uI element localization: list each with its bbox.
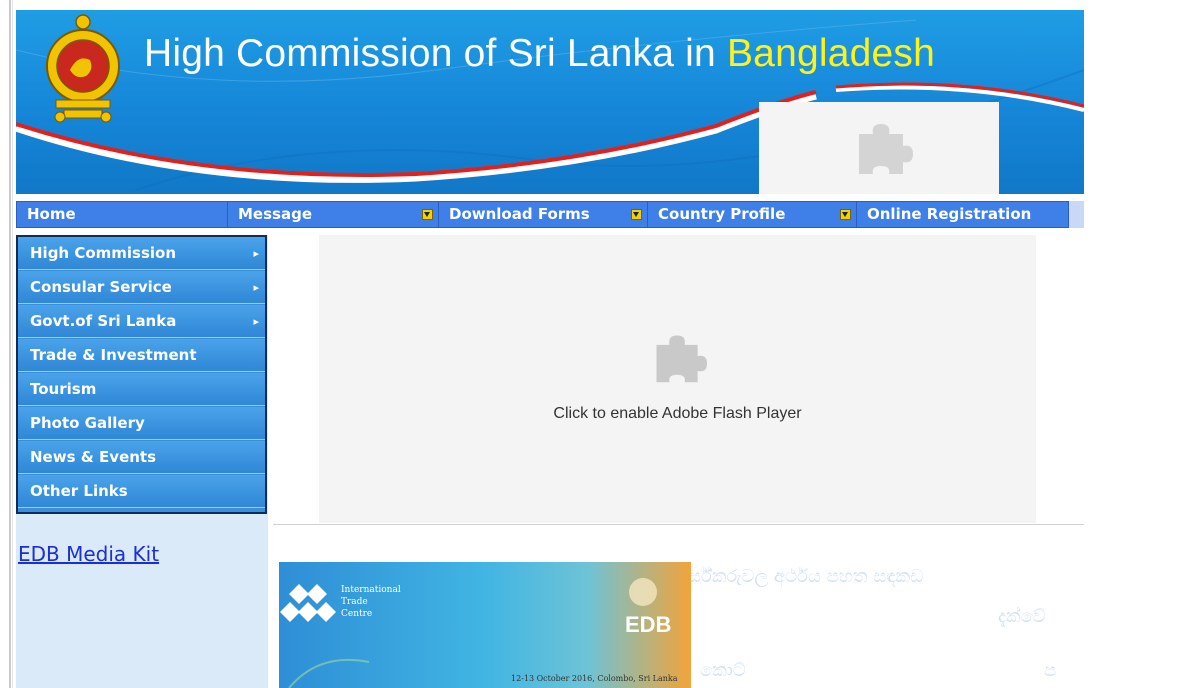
- sidebar-item-label: Govt.of Sri Lanka: [30, 312, 177, 330]
- faded-background-text: දැක්වේ: [998, 606, 1046, 627]
- sidebar-item-label: Consular Service: [30, 278, 172, 296]
- page-left-border-inner: [12, 0, 13, 688]
- edb-media-kit-link[interactable]: EDB Media Kit: [18, 542, 159, 566]
- download-forms-dropdown-arrow-icon[interactable]: [631, 209, 642, 220]
- sidebar-item-tourism[interactable]: Tourism: [18, 373, 265, 406]
- main-nav: Home Message Download Forms Country Prof…: [16, 201, 1069, 228]
- header-banner: High Commission of Sri Lanka in Banglade…: [16, 10, 1084, 194]
- nav-item-home[interactable]: Home: [17, 202, 227, 227]
- sidebar-item-label: Tourism: [30, 380, 97, 398]
- sidebar-item-label: High Commission: [30, 244, 177, 262]
- edb-event-date: 12-13 October 2016, Colombo, Sri Lanka: [511, 674, 678, 683]
- sidebar-item-other-links[interactable]: Other Links: [18, 475, 265, 508]
- nav-item-label: Message: [238, 205, 312, 223]
- faded-background-text: ර්ස්කරුවල අර්ථය පහත සඳකඩ: [688, 566, 924, 587]
- nav-item-download-forms[interactable]: Download Forms: [439, 202, 648, 227]
- edb-event-banner[interactable]: International Trade Centre EDB 12-13 Oct…: [279, 562, 691, 688]
- sidebar-item-label: Photo Gallery: [30, 414, 145, 432]
- flash-enable-message: Click to enable Adobe Flash Player: [553, 405, 802, 422]
- sidebar-item-label: News & Events: [30, 448, 157, 466]
- banner-plugin-placeholder[interactable]: [759, 102, 999, 194]
- plugin-puzzle-icon: [859, 124, 913, 174]
- itc-org-name: International Trade Centre: [341, 584, 401, 620]
- country-profile-dropdown-arrow-icon[interactable]: [840, 209, 851, 220]
- chevron-right-icon: ▸: [253, 315, 259, 328]
- page-left-border: [9, 0, 11, 688]
- itc-org-line: International: [341, 585, 401, 595]
- sidebar-item-label: Other Links: [30, 482, 128, 500]
- nav-item-message[interactable]: Message: [228, 202, 439, 227]
- sidebar-item-high-commission[interactable]: High Commission ▸: [18, 237, 265, 270]
- nav-tail: [1069, 201, 1084, 228]
- sri-lanka-emblem-icon: [46, 14, 120, 123]
- edb-logo-text: EDB: [625, 612, 672, 637]
- faded-background-text: ප: [1044, 660, 1057, 681]
- nav-item-label: Download Forms: [449, 205, 590, 223]
- site-title-main: High Commission of Sri Lanka in: [144, 32, 727, 75]
- chevron-right-icon: ▸: [253, 281, 259, 294]
- sidebar-item-consular-service[interactable]: Consular Service ▸: [18, 271, 265, 304]
- sidebar-item-trade-investment[interactable]: Trade & Investment: [18, 339, 265, 372]
- sidebar-item-photo-gallery[interactable]: Photo Gallery: [18, 407, 265, 440]
- flash-player-placeholder[interactable]: Click to enable Adobe Flash Player: [319, 235, 1036, 523]
- sidebar-item-label: Trade & Investment: [30, 346, 197, 364]
- site-title-country: Bangladesh: [726, 32, 935, 75]
- site-title: High Commission of Sri Lanka in Banglade…: [144, 32, 935, 76]
- message-dropdown-arrow-icon[interactable]: [422, 209, 433, 220]
- chevron-right-icon: ▸: [253, 247, 259, 260]
- itc-org-line: Centre: [341, 609, 373, 619]
- sidebar-item-govt-of-sri-lanka[interactable]: Govt.of Sri Lanka ▸: [18, 305, 265, 338]
- nav-item-online-registration[interactable]: Online Registration: [857, 202, 1068, 227]
- sidebar-menu: High Commission ▸ Consular Service ▸ Govt.…: [16, 235, 267, 514]
- content-divider: [273, 524, 1084, 525]
- nav-item-label: Online Registration: [867, 205, 1032, 223]
- nav-item-label: Country Profile: [658, 205, 786, 223]
- itc-org-line: Trade: [341, 597, 368, 607]
- nav-item-country-profile[interactable]: Country Profile: [648, 202, 857, 227]
- faded-background-text: කොට්: [700, 660, 746, 681]
- plugin-puzzle-icon: [656, 335, 707, 383]
- sidebar-item-news-events[interactable]: News & Events: [18, 441, 265, 474]
- nav-item-label: Home: [27, 205, 76, 223]
